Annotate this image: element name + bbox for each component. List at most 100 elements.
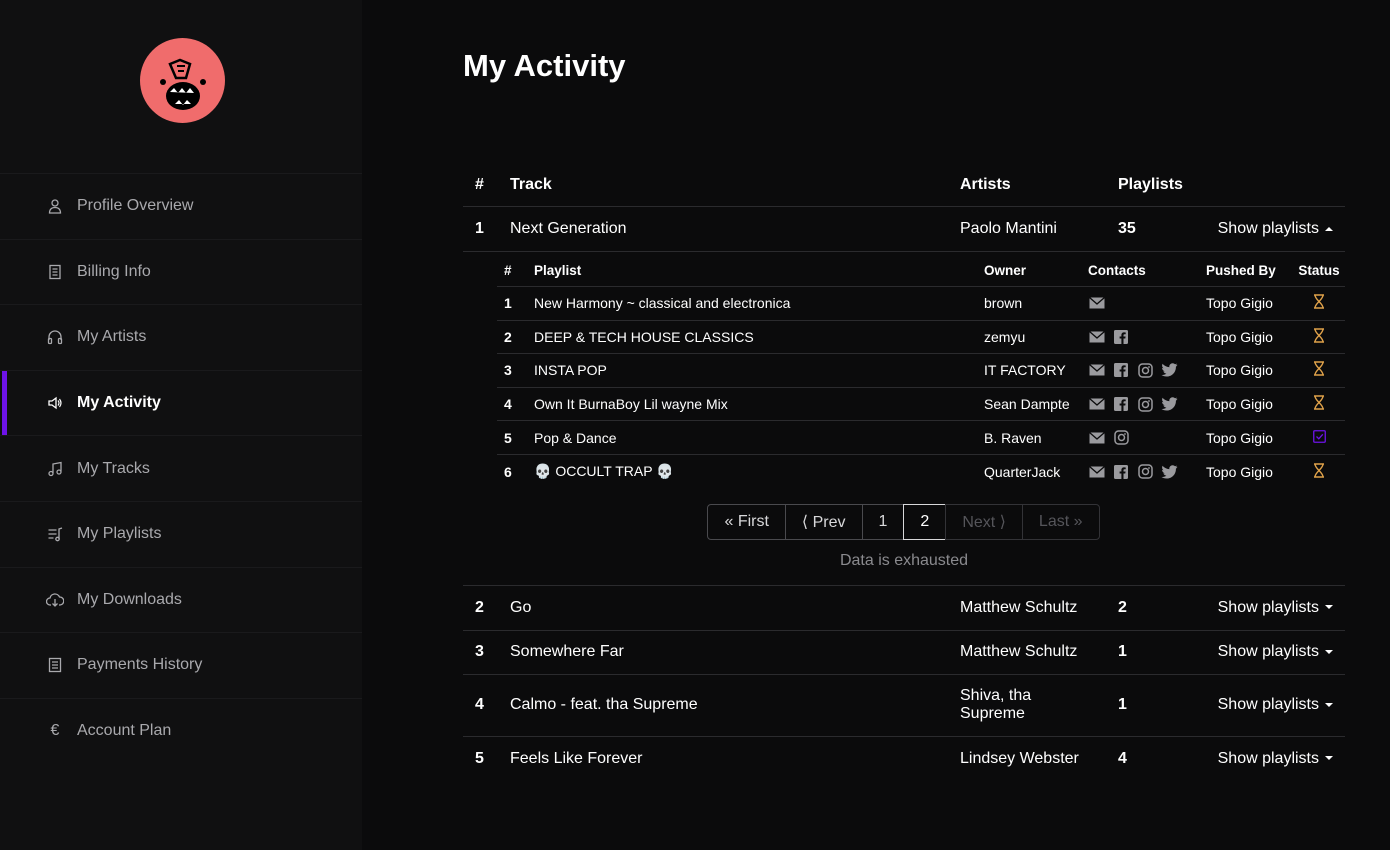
status-pending-icon bbox=[1293, 395, 1345, 413]
playlist-count: 1 bbox=[1118, 643, 1127, 661]
sidebar-item-payments-history[interactable]: Payments History bbox=[0, 632, 362, 698]
table-row: 5 Feels Like Forever Lindsey Webster 4 S… bbox=[463, 737, 1345, 781]
row-num: 5 bbox=[475, 749, 484, 767]
caret-up-icon bbox=[1325, 226, 1333, 231]
twitter-icon[interactable] bbox=[1160, 396, 1178, 412]
list-item: 3 INSTA POP IT FACTORY Topo Gigio bbox=[497, 354, 1345, 388]
sub-header-contacts: Contacts bbox=[1088, 262, 1146, 278]
instagram-icon[interactable] bbox=[1136, 396, 1154, 412]
mail-icon[interactable] bbox=[1088, 396, 1106, 412]
playlist-name: Own It BurnaBoy Lil wayne Mix bbox=[534, 396, 728, 413]
mail-icon[interactable] bbox=[1088, 430, 1106, 446]
sidebar-item-label: Billing Info bbox=[77, 262, 151, 280]
track-name: Next Generation bbox=[510, 220, 627, 237]
playlist-icon bbox=[46, 525, 64, 543]
sidebar-item-account-plan[interactable]: € Account Plan bbox=[0, 697, 362, 764]
caret-down-icon bbox=[1325, 702, 1333, 707]
facebook-icon[interactable] bbox=[1112, 464, 1130, 480]
playlist-name: New Harmony ~ classical and electronica bbox=[534, 295, 791, 312]
table-header: # Track Artists Playlists bbox=[463, 163, 1345, 207]
mail-icon[interactable] bbox=[1088, 362, 1106, 378]
twitter-icon[interactable] bbox=[1160, 362, 1178, 378]
contacts bbox=[1088, 329, 1206, 345]
show-playlists-toggle[interactable]: Show playlists bbox=[1208, 643, 1345, 661]
sidebar-item-my-downloads[interactable]: My Downloads bbox=[0, 566, 362, 633]
row-num: 3 bbox=[475, 643, 484, 661]
first-page-button[interactable]: « First bbox=[707, 503, 786, 540]
table-row: 1 Next Generation Paolo Mantini 35 Show … bbox=[463, 207, 1345, 252]
next-page-button[interactable]: Next ⟩ bbox=[945, 503, 1023, 540]
page-1-button[interactable]: 1 bbox=[861, 503, 905, 540]
track-name: Somewhere Far bbox=[510, 643, 624, 661]
list-item: 4 Own It BurnaBoy Lil wayne Mix Sean Dam… bbox=[497, 388, 1345, 422]
artist-name: Paolo Mantini bbox=[960, 220, 1057, 237]
sidebar-item-my-tracks[interactable]: My Tracks bbox=[0, 435, 362, 501]
owner-name: zemyu bbox=[984, 328, 1026, 345]
sub-num: 1 bbox=[504, 295, 512, 312]
mail-icon[interactable] bbox=[1088, 464, 1106, 480]
show-playlists-label: Show playlists bbox=[1217, 643, 1319, 661]
show-playlists-label: Show playlists bbox=[1217, 598, 1319, 616]
sub-num: 6 bbox=[504, 463, 512, 480]
owner-name: QuarterJack bbox=[984, 463, 1061, 480]
pushed-by: Topo Gigio bbox=[1206, 362, 1273, 379]
mail-icon[interactable] bbox=[1088, 329, 1106, 345]
cloud-download-icon bbox=[46, 591, 64, 609]
prev-page-button[interactable]: ⟨ Prev bbox=[784, 503, 863, 540]
twitter-icon[interactable] bbox=[1160, 464, 1178, 480]
instagram-icon[interactable] bbox=[1136, 464, 1154, 480]
playlist-name: DEEP & TECH HOUSE CLASSICS bbox=[534, 328, 754, 345]
last-page-button[interactable]: Last » bbox=[1021, 503, 1100, 540]
logo[interactable] bbox=[140, 38, 225, 123]
mail-icon[interactable] bbox=[1088, 295, 1106, 311]
sidebar-item-label: Payments History bbox=[77, 656, 203, 674]
track-name: Calmo - feat. tha Supreme bbox=[510, 696, 698, 714]
list-item: 5 Pop & Dance B. Raven Topo Gigio bbox=[497, 421, 1345, 455]
pushed-by: Topo Gigio bbox=[1206, 396, 1273, 413]
pagination: « First ⟨ Prev 1 2 Next ⟩ Last » bbox=[463, 503, 1345, 540]
instagram-icon[interactable] bbox=[1136, 362, 1154, 378]
monster-face-icon bbox=[160, 58, 206, 110]
pushed-by: Topo Gigio bbox=[1206, 429, 1273, 446]
instagram-icon[interactable] bbox=[1112, 430, 1130, 446]
status-pending-icon bbox=[1293, 463, 1345, 481]
show-playlists-label: Show playlists bbox=[1217, 749, 1319, 767]
contacts bbox=[1088, 464, 1206, 480]
playlist-name: Pop & Dance bbox=[534, 429, 617, 446]
pushed-by: Topo Gigio bbox=[1206, 328, 1273, 345]
page-2-button[interactable]: 2 bbox=[903, 503, 947, 540]
contacts bbox=[1088, 295, 1206, 311]
sidebar-item-profile-overview[interactable]: Profile Overview bbox=[0, 173, 362, 239]
sidebar-item-my-playlists[interactable]: My Playlists bbox=[0, 500, 362, 567]
sub-num: 3 bbox=[504, 362, 512, 379]
music-note-icon bbox=[46, 460, 64, 478]
sidebar-item-label: My Artists bbox=[77, 328, 147, 346]
document-icon bbox=[46, 263, 64, 281]
show-playlists-toggle[interactable]: Show playlists bbox=[1208, 696, 1345, 714]
caret-down-icon bbox=[1325, 605, 1333, 610]
sidebar-item-label: My Activity bbox=[77, 394, 161, 412]
sidebar-item-my-artists[interactable]: My Artists bbox=[0, 304, 362, 370]
show-playlists-toggle[interactable]: Show playlists bbox=[1208, 599, 1345, 617]
facebook-icon[interactable] bbox=[1112, 396, 1130, 412]
show-playlists-toggle[interactable]: Show playlists bbox=[1208, 750, 1345, 768]
facebook-icon[interactable] bbox=[1112, 329, 1130, 345]
sidebar-item-billing-info[interactable]: Billing Info bbox=[0, 238, 362, 305]
track-name: Feels Like Forever bbox=[510, 749, 643, 767]
owner-name: B. Raven bbox=[984, 429, 1042, 446]
facebook-icon[interactable] bbox=[1112, 362, 1130, 378]
show-playlists-label: Show playlists bbox=[1217, 220, 1319, 237]
show-playlists-toggle[interactable]: Show playlists bbox=[1208, 220, 1345, 238]
row-num: 1 bbox=[475, 220, 484, 237]
data-exhausted-text: Data is exhausted bbox=[463, 552, 1345, 586]
playlist-count: 2 bbox=[1118, 598, 1127, 616]
playlist-subtable: # Playlist Owner Contacts Pushed By Stat… bbox=[497, 254, 1345, 489]
caret-down-icon bbox=[1325, 649, 1333, 654]
playlist-name: INSTA POP bbox=[534, 362, 607, 379]
sidebar-item-my-activity[interactable]: My Activity bbox=[0, 369, 362, 436]
row-num: 4 bbox=[475, 696, 484, 714]
sub-num: 2 bbox=[504, 328, 512, 345]
row-num: 2 bbox=[475, 598, 484, 616]
artist-name: Lindsey Webster bbox=[960, 749, 1079, 767]
contacts bbox=[1088, 430, 1206, 446]
